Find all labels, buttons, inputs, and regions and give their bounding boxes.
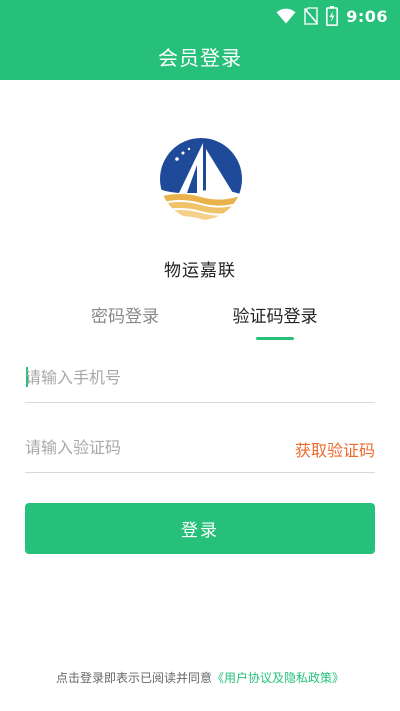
get-code-button[interactable]: 获取验证码 [295, 437, 375, 461]
sailboat-logo [160, 138, 242, 220]
no-sim-icon [304, 7, 319, 25]
tab-password-login[interactable]: 密码登录 [80, 302, 170, 346]
status-time: 9:06 [346, 6, 388, 26]
login-button[interactable]: 登录 [25, 503, 375, 554]
status-icons: 9:06 [276, 5, 388, 27]
battery-charging-icon [326, 6, 339, 26]
brand-name: 物运嘉联 [164, 261, 236, 281]
wifi-icon [276, 8, 296, 24]
verification-code-input[interactable] [25, 432, 265, 462]
login-tabs: 密码登录 验证码登录 [0, 302, 400, 346]
agreement-text: 点击登录即表示已阅读并同意 [55, 671, 212, 685]
phone-input[interactable] [25, 362, 265, 392]
status-bar: 9:06 [0, 0, 400, 32]
phone-field [25, 352, 375, 403]
code-field: 获取验证码 [25, 422, 375, 473]
app-header: 会员登录 [0, 32, 400, 80]
login-screen: 9:06 会员登录 物运嘉联 密码登录 验证码登录 请输入手机号 请输入验证码 … [0, 0, 400, 711]
agreement-link[interactable]: 《用户协议及隐私政策》 [212, 671, 344, 685]
page-title: 会员登录 [158, 45, 242, 70]
active-tab-indicator [256, 337, 294, 340]
agreement-notice: 点击登录即表示已阅读并同意《用户协议及隐私政策》 [0, 669, 400, 686]
